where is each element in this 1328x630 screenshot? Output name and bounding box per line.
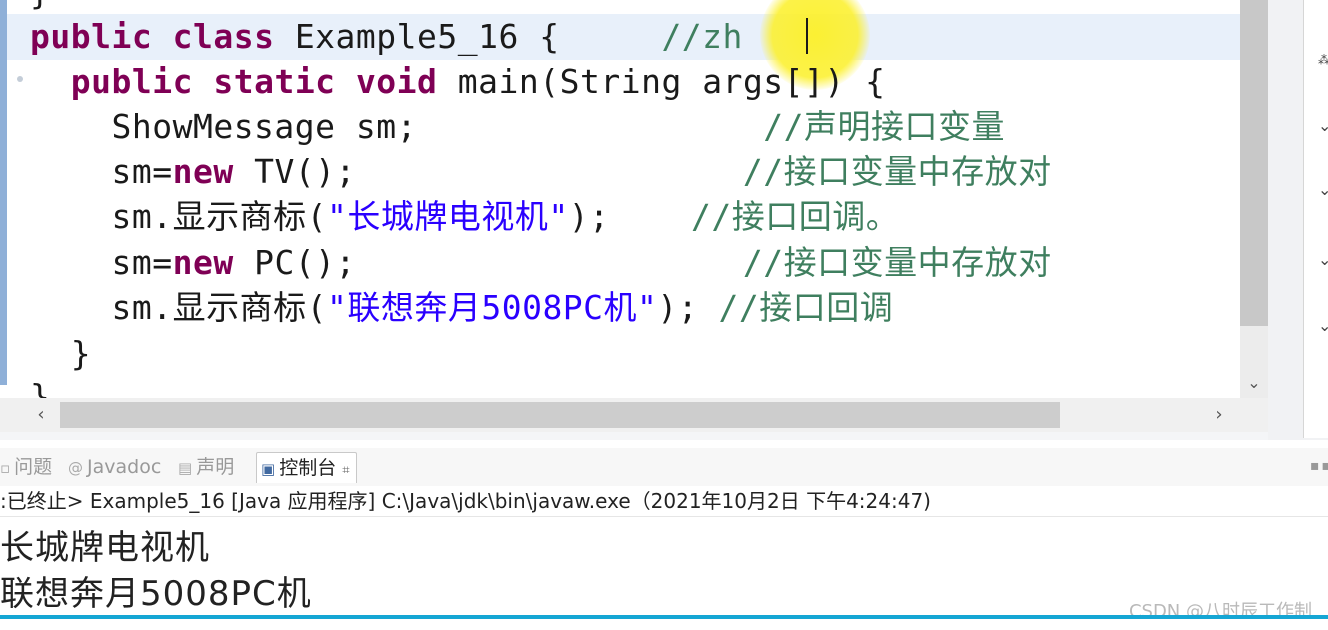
keyword: public (70, 62, 193, 101)
console-output-line-2: 联想奔月5008PC机 (0, 574, 312, 614)
code-line-4[interactable]: sm=new TV(); //接口变量中存放对 (30, 149, 1052, 195)
tab-javadoc[interactable]: @ Javadoc (68, 452, 161, 482)
scroll-down-arrow-icon[interactable]: ⌄ (1240, 370, 1268, 396)
closing-brace: } (70, 334, 92, 373)
keyword: class (172, 17, 275, 56)
method-signature: main(String args[]) { (457, 62, 886, 101)
statement: PC(); (233, 243, 356, 282)
close-tab-icon[interactable]: ⌗ (342, 463, 349, 478)
view-menu-icon[interactable]: ▪▪ (1310, 458, 1328, 474)
declaration-icon: ▤ (178, 459, 193, 477)
fold-marker-icon[interactable] (17, 76, 23, 82)
comment: //接口回调 (718, 288, 894, 327)
code-line-7[interactable]: sm.显示商标("联想奔月5008PC机"); //接口回调 (30, 285, 893, 331)
chevron-down-icon[interactable]: ⌄ (1318, 318, 1328, 334)
class-name: Example5_16 { (294, 17, 560, 56)
code-line-2[interactable]: public static void main(String args[]) { (30, 59, 886, 105)
string-literal: "联想奔月5008PC机" (326, 288, 658, 327)
panel-toolbar-icon[interactable]: ⁂ (1318, 52, 1328, 68)
keyword: new (172, 243, 234, 282)
console-output-line-1: 长城牌电视机 (0, 528, 210, 568)
editor-gutter-marker (0, 0, 7, 385)
bottom-strip (0, 619, 1328, 630)
keyword: public (30, 17, 153, 56)
comment: //接口变量中存放对 (742, 152, 1052, 191)
closing-brace: } (30, 377, 51, 398)
scroll-left-arrow-icon[interactable]: ‹ (28, 402, 54, 428)
statement: TV(); (233, 152, 356, 191)
text-caret (806, 18, 808, 54)
vertical-scrollbar-thumb[interactable] (1240, 0, 1268, 326)
statement: sm= (111, 243, 173, 282)
javadoc-icon: @ (68, 459, 83, 477)
tab-problems[interactable]: ▫ 问题 (0, 452, 52, 482)
code-editor[interactable]: } public class Example5_16 { //zh public… (0, 0, 1240, 398)
keyword: static (213, 62, 336, 101)
problems-icon: ▫ (0, 459, 11, 477)
code-line-9[interactable]: } (30, 374, 50, 398)
statement: sm.显示商标( (111, 197, 327, 236)
statement: sm= (111, 152, 173, 191)
string-literal: "长城牌电视机" (326, 197, 569, 236)
console-status-line: :已终止> Example5_16 [Java 应用程序] C:\Java\jd… (0, 486, 1328, 517)
statement: ShowMessage sm; (111, 107, 417, 146)
code-line-5[interactable]: sm.显示商标("长城牌电视机"); //接口回调。 (30, 194, 899, 240)
tab-console[interactable]: ▣ 控制台 ⌗ (256, 452, 357, 483)
comment: //接口回调。 (690, 197, 900, 236)
console-icon: ▣ (261, 460, 276, 478)
comment: //接口变量中存放对 (742, 243, 1052, 282)
code-line-6[interactable]: sm=new PC(); //接口变量中存放对 (30, 240, 1052, 286)
chevron-down-icon[interactable]: ⌄ (1318, 182, 1328, 198)
scroll-right-arrow-icon[interactable]: › (1206, 402, 1232, 428)
chevron-down-icon[interactable]: ⌄ (1318, 118, 1328, 134)
keyword: void (355, 62, 438, 101)
comment: //zh (661, 17, 743, 56)
statement: sm.显示商标( (111, 288, 327, 327)
comment: //声明接口变量 (763, 107, 1006, 146)
chevron-down-icon[interactable]: ⌄ (1318, 252, 1328, 268)
horizontal-scrollbar-thumb[interactable] (60, 402, 1060, 428)
statement: ); (657, 288, 719, 327)
code-line-8[interactable]: } (30, 331, 91, 377)
keyword: new (172, 152, 234, 191)
code-line-1[interactable]: public class Example5_16 { //zh (30, 14, 743, 60)
statement: ); (568, 197, 610, 236)
tab-declaration[interactable]: ▤ 声明 (178, 452, 234, 482)
code-line-3[interactable]: ShowMessage sm; //声明接口变量 (30, 104, 1005, 150)
